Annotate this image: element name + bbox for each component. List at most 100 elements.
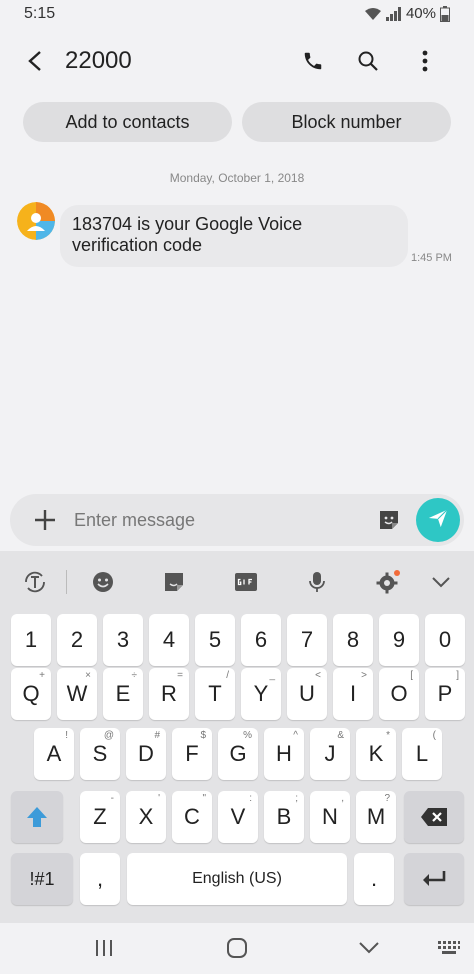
key-y[interactable]: Y _	[241, 668, 281, 720]
text-mode-icon[interactable]	[22, 569, 48, 595]
key-n-label: N	[322, 804, 338, 829]
key-q[interactable]: Q +	[11, 668, 51, 720]
enter-key[interactable]	[404, 853, 464, 905]
key-x-label: X	[138, 804, 154, 829]
phone-icon[interactable]	[298, 46, 328, 76]
key-f[interactable]: F $	[172, 728, 212, 780]
key-n[interactable]: N,	[310, 791, 350, 843]
key-e[interactable]: E ÷	[103, 668, 143, 720]
key-5[interactable]: 5	[195, 614, 235, 666]
sticker-keyboard-icon[interactable]	[161, 569, 187, 595]
more-vert-icon[interactable]	[410, 46, 440, 76]
back-icon[interactable]	[20, 46, 50, 76]
backspace-key[interactable]	[404, 791, 464, 843]
key-v-label: V	[230, 804, 246, 829]
key-u[interactable]: U <	[287, 668, 327, 720]
back-nav-icon[interactable]	[356, 935, 382, 961]
key-p-alt: ]	[456, 670, 459, 681]
key-i[interactable]: I >	[333, 668, 373, 720]
key-3[interactable]: 3	[103, 614, 143, 666]
key-4-label: 4	[162, 627, 176, 652]
key-8[interactable]: 8	[333, 614, 373, 666]
key-1[interactable]: 1	[11, 614, 51, 666]
key-w-label: W	[66, 681, 88, 706]
message-input[interactable]	[74, 506, 354, 534]
add-to-contacts-button[interactable]: Add to contacts	[23, 102, 232, 142]
home-icon[interactable]	[224, 935, 250, 961]
symbols-key[interactable]: !#1	[11, 853, 73, 905]
settings-icon[interactable]	[375, 569, 401, 595]
app-bar: 22000	[0, 36, 474, 86]
key-l-alt: (	[432, 730, 436, 741]
key-v[interactable]: V:	[218, 791, 258, 843]
key-q-alt: +	[39, 670, 45, 681]
comma-key[interactable]: ,	[80, 853, 120, 905]
space-key[interactable]: English (US)	[127, 853, 347, 905]
collapse-keyboard-icon[interactable]	[428, 569, 454, 595]
key-m-alt: ?	[384, 793, 390, 804]
key-o[interactable]: O[	[379, 668, 419, 720]
key-l[interactable]: L(	[402, 728, 442, 780]
key-e-alt: ÷	[131, 670, 138, 681]
key-w[interactable]: W ×	[57, 668, 97, 720]
key-z-label: Z	[93, 804, 107, 829]
key-e-label: E	[115, 681, 131, 706]
keyboard-switch-icon[interactable]	[436, 935, 462, 961]
avatar[interactable]	[17, 202, 55, 240]
key-4[interactable]: 4	[149, 614, 189, 666]
key-b[interactable]: B;	[264, 791, 304, 843]
key-f-alt: $	[200, 730, 206, 741]
key-m[interactable]: M?	[356, 791, 396, 843]
key-d-label: D	[138, 741, 154, 766]
key-7-label: 7	[300, 627, 314, 652]
date-divider: Monday, October 1, 2018	[169, 171, 305, 185]
emoji-icon[interactable]	[90, 569, 116, 595]
key-j[interactable]: J &	[310, 728, 350, 780]
gif-icon[interactable]	[233, 569, 259, 595]
key-0[interactable]: 0	[425, 614, 465, 666]
plus-icon[interactable]	[32, 507, 58, 533]
key-l-label: L	[415, 741, 429, 766]
shift-key[interactable]	[11, 791, 63, 843]
key-h[interactable]: H ^	[264, 728, 304, 780]
block-number-button[interactable]: Block number	[242, 102, 451, 142]
key-o-alt: [	[410, 670, 413, 681]
sticker-icon[interactable]	[377, 508, 401, 532]
key-r[interactable]: R =	[149, 668, 189, 720]
recent-apps-icon[interactable]	[91, 935, 117, 961]
key-8-label: 8	[346, 627, 360, 652]
send-button[interactable]	[416, 498, 460, 542]
key-2[interactable]: 2	[57, 614, 97, 666]
key-s[interactable]: S @	[80, 728, 120, 780]
key-d[interactable]: D #	[126, 728, 166, 780]
status-time: 5:15	[24, 5, 56, 22]
search-icon[interactable]	[353, 46, 383, 76]
key-c-alt: "	[202, 793, 206, 804]
key-a-alt: !	[65, 730, 68, 741]
key-v-alt: :	[249, 793, 252, 804]
message-bubble[interactable]: 183704 is your Google Voice verification…	[60, 205, 408, 267]
key-p[interactable]: P]	[425, 668, 465, 720]
navigation-bar	[0, 923, 474, 974]
key-y-alt: _	[269, 670, 275, 681]
conversation-title: 22000	[65, 47, 132, 74]
key-g[interactable]: G%	[218, 728, 258, 780]
keyboard-toolbar	[0, 551, 474, 609]
key-9[interactable]: 9	[379, 614, 419, 666]
signal-icon	[385, 6, 402, 21]
key-a[interactable]: A!	[34, 728, 74, 780]
key-6[interactable]: 6	[241, 614, 281, 666]
key-b-alt: ;	[295, 793, 298, 804]
key-7[interactable]: 7	[287, 614, 327, 666]
key-k[interactable]: K *	[356, 728, 396, 780]
key-c[interactable]: C "	[172, 791, 212, 843]
key-x[interactable]: X '	[126, 791, 166, 843]
key-h-label: H	[276, 741, 292, 766]
microphone-icon[interactable]	[304, 569, 330, 595]
period-key[interactable]: .	[354, 853, 394, 905]
key-g-alt: %	[243, 730, 252, 741]
key-y-label: Y	[253, 681, 269, 706]
key-z[interactable]: Z-	[80, 791, 120, 843]
key-t[interactable]: T /	[195, 668, 235, 720]
key-1-label: 1	[24, 627, 38, 652]
